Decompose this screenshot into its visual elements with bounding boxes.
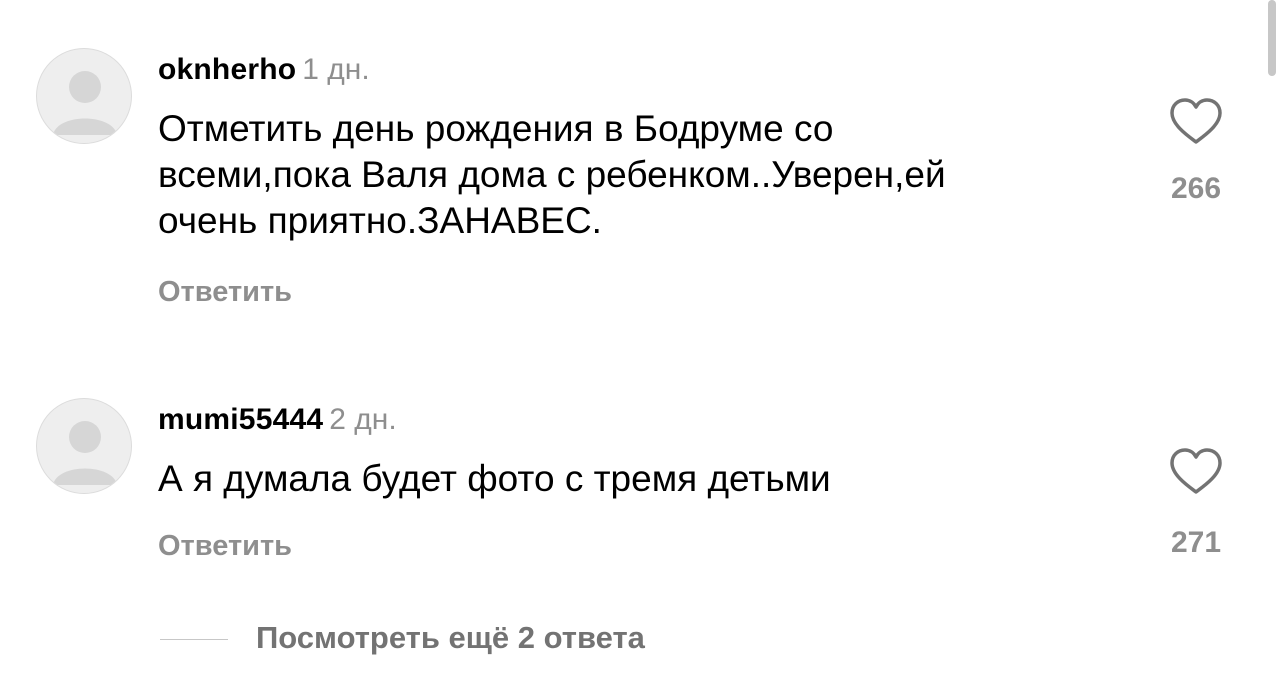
comment-username[interactable]: oknherho xyxy=(158,53,296,86)
like-button[interactable] xyxy=(1166,444,1226,500)
comment-time: 1 дн. xyxy=(302,53,370,86)
like-count: 266 xyxy=(1170,172,1222,205)
comment-text: Отметить день рождения в Бодруме со всем… xyxy=(158,106,1138,244)
reply-button[interactable]: Ответить xyxy=(158,530,292,563)
reply-button[interactable]: Ответить xyxy=(158,276,292,309)
comment-meta: mumi55444 2 дн. xyxy=(158,402,397,438)
comment-text-line: А я думала будет фото с тремя детьми xyxy=(158,458,831,499)
comment-meta: oknherho 1 дн. xyxy=(158,52,370,88)
replies-divider-line xyxy=(160,639,228,640)
like-count: 271 xyxy=(1170,526,1222,559)
scrollbar-thumb[interactable] xyxy=(1268,0,1276,76)
like-button[interactable] xyxy=(1166,94,1226,150)
avatar[interactable] xyxy=(36,398,132,494)
comment-text-line: всеми,пока Валя дома с ребенком..Уверен,… xyxy=(158,154,946,195)
comment-text: А я думала будет фото с тремя детьми xyxy=(158,456,1138,502)
comment-username[interactable]: mumi55444 xyxy=(158,403,323,436)
default-avatar-icon xyxy=(53,71,117,135)
avatar[interactable] xyxy=(36,48,132,144)
heart-outline-icon xyxy=(1170,98,1222,144)
heart-outline-icon xyxy=(1170,448,1222,494)
comment-text-line: очень приятно.ЗАНАВЕС. xyxy=(158,200,602,241)
default-avatar-icon xyxy=(53,421,117,485)
comment-text-line: Отметить день рождения в Бодруме со xyxy=(158,108,834,149)
comment-time: 2 дн. xyxy=(329,403,397,436)
view-more-replies-label: Посмотреть ещё 2 ответа xyxy=(256,620,645,655)
